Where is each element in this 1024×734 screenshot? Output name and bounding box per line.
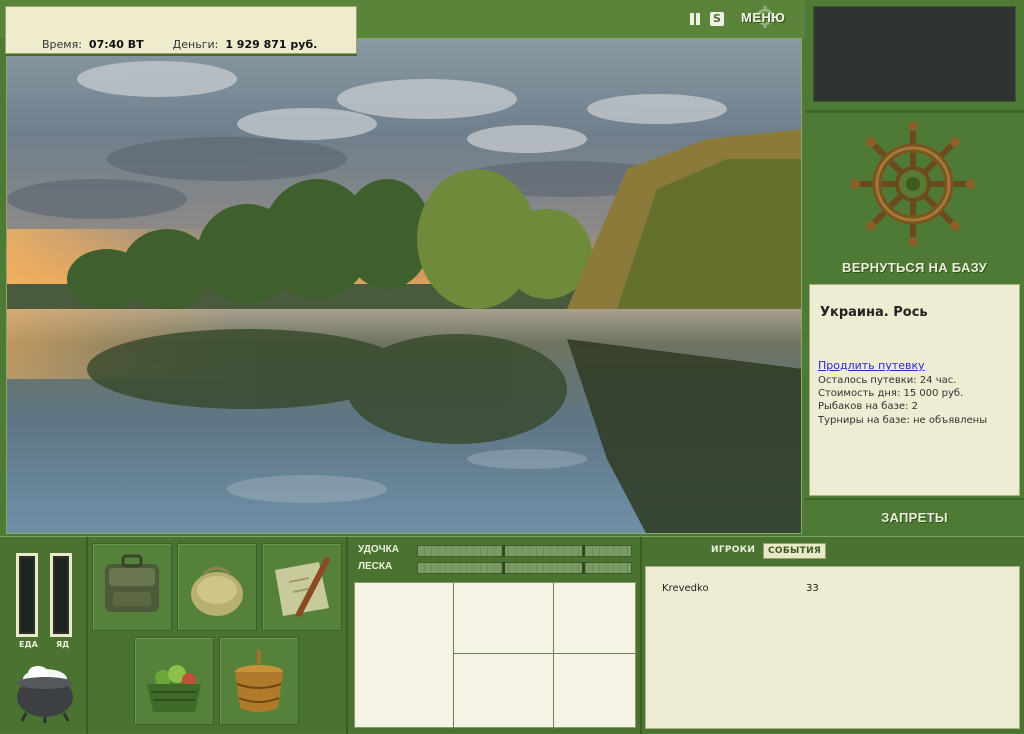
money-value: 1 929 871 руб. bbox=[225, 38, 318, 51]
line-label: ЛЕСКА bbox=[358, 561, 393, 572]
fishers-count: Рыбаков на базе: 2 bbox=[818, 401, 918, 412]
permit-remaining: Осталось путевки: 24 час. bbox=[818, 375, 957, 386]
inventory-slot-map[interactable] bbox=[262, 543, 342, 631]
cooking-pot-icon[interactable] bbox=[12, 657, 78, 723]
day-cost: Стоимость дня: 15 000 руб. bbox=[818, 388, 964, 399]
preview-screen bbox=[813, 6, 1016, 102]
inventory-slot-backpack[interactable] bbox=[92, 543, 172, 631]
tab-events[interactable]: СОБЫТИЯ bbox=[763, 543, 827, 559]
tab-players[interactable]: ИГРОКИ bbox=[711, 545, 755, 555]
sound-icon[interactable]: S bbox=[710, 12, 724, 26]
players-panel: Krevedko 33 bbox=[645, 566, 1020, 729]
location-title: Украина. Рось bbox=[820, 305, 928, 320]
right-sidebar: ВЕРНУТЬСЯ НА БАЗУ Украина. Рось Продлить… bbox=[805, 0, 1024, 536]
wooden-bucket-icon bbox=[235, 650, 283, 712]
vegetable-basket-icon bbox=[147, 665, 201, 712]
tournaments-info: Турниры на базе: не объявлены bbox=[818, 415, 988, 426]
pause-icon[interactable] bbox=[688, 12, 702, 26]
line-bar bbox=[417, 562, 632, 574]
bans-button[interactable]: ЗАПРЕТЫ bbox=[805, 510, 1024, 525]
rod-label: УДОЧКА bbox=[358, 544, 399, 555]
food-label: ЕДА bbox=[19, 640, 38, 649]
fishing-scene[interactable] bbox=[6, 38, 802, 534]
money-label: Деньги: bbox=[172, 38, 219, 51]
time-label: Время: bbox=[42, 38, 82, 51]
food-meter bbox=[16, 553, 38, 637]
time-value: 07:40 ВТ bbox=[88, 38, 144, 51]
player-name: Krevedko bbox=[662, 583, 709, 594]
inventory-slot-basket[interactable] bbox=[134, 637, 214, 725]
return-to-base-button[interactable]: ВЕРНУТЬСЯ НА БАЗУ bbox=[805, 260, 1024, 275]
extend-permit-link[interactable]: Продлить путевку bbox=[818, 359, 925, 372]
tackle-grid[interactable] bbox=[354, 582, 637, 729]
location-info-panel: Украина. Рось Продлить путевку Осталось … bbox=[809, 284, 1020, 496]
sack-icon bbox=[191, 566, 243, 616]
player-score: 33 bbox=[806, 583, 819, 594]
menu-button[interactable]: МЕНЮ bbox=[741, 10, 785, 30]
inventory-slot-bucket[interactable] bbox=[219, 637, 299, 725]
poison-label: ЯД bbox=[56, 640, 70, 649]
backpack-icon bbox=[105, 554, 159, 612]
ship-wheel-icon[interactable] bbox=[851, 122, 975, 246]
status-panel: Время: 07:40 ВТ Деньги: 1 929 871 руб. bbox=[5, 6, 357, 54]
river-landscape-image bbox=[7, 39, 801, 533]
poison-meter bbox=[50, 553, 72, 637]
map-with-rod-icon bbox=[275, 557, 330, 617]
rod-bar bbox=[417, 545, 632, 557]
inventory-slot-sack[interactable] bbox=[177, 543, 257, 631]
